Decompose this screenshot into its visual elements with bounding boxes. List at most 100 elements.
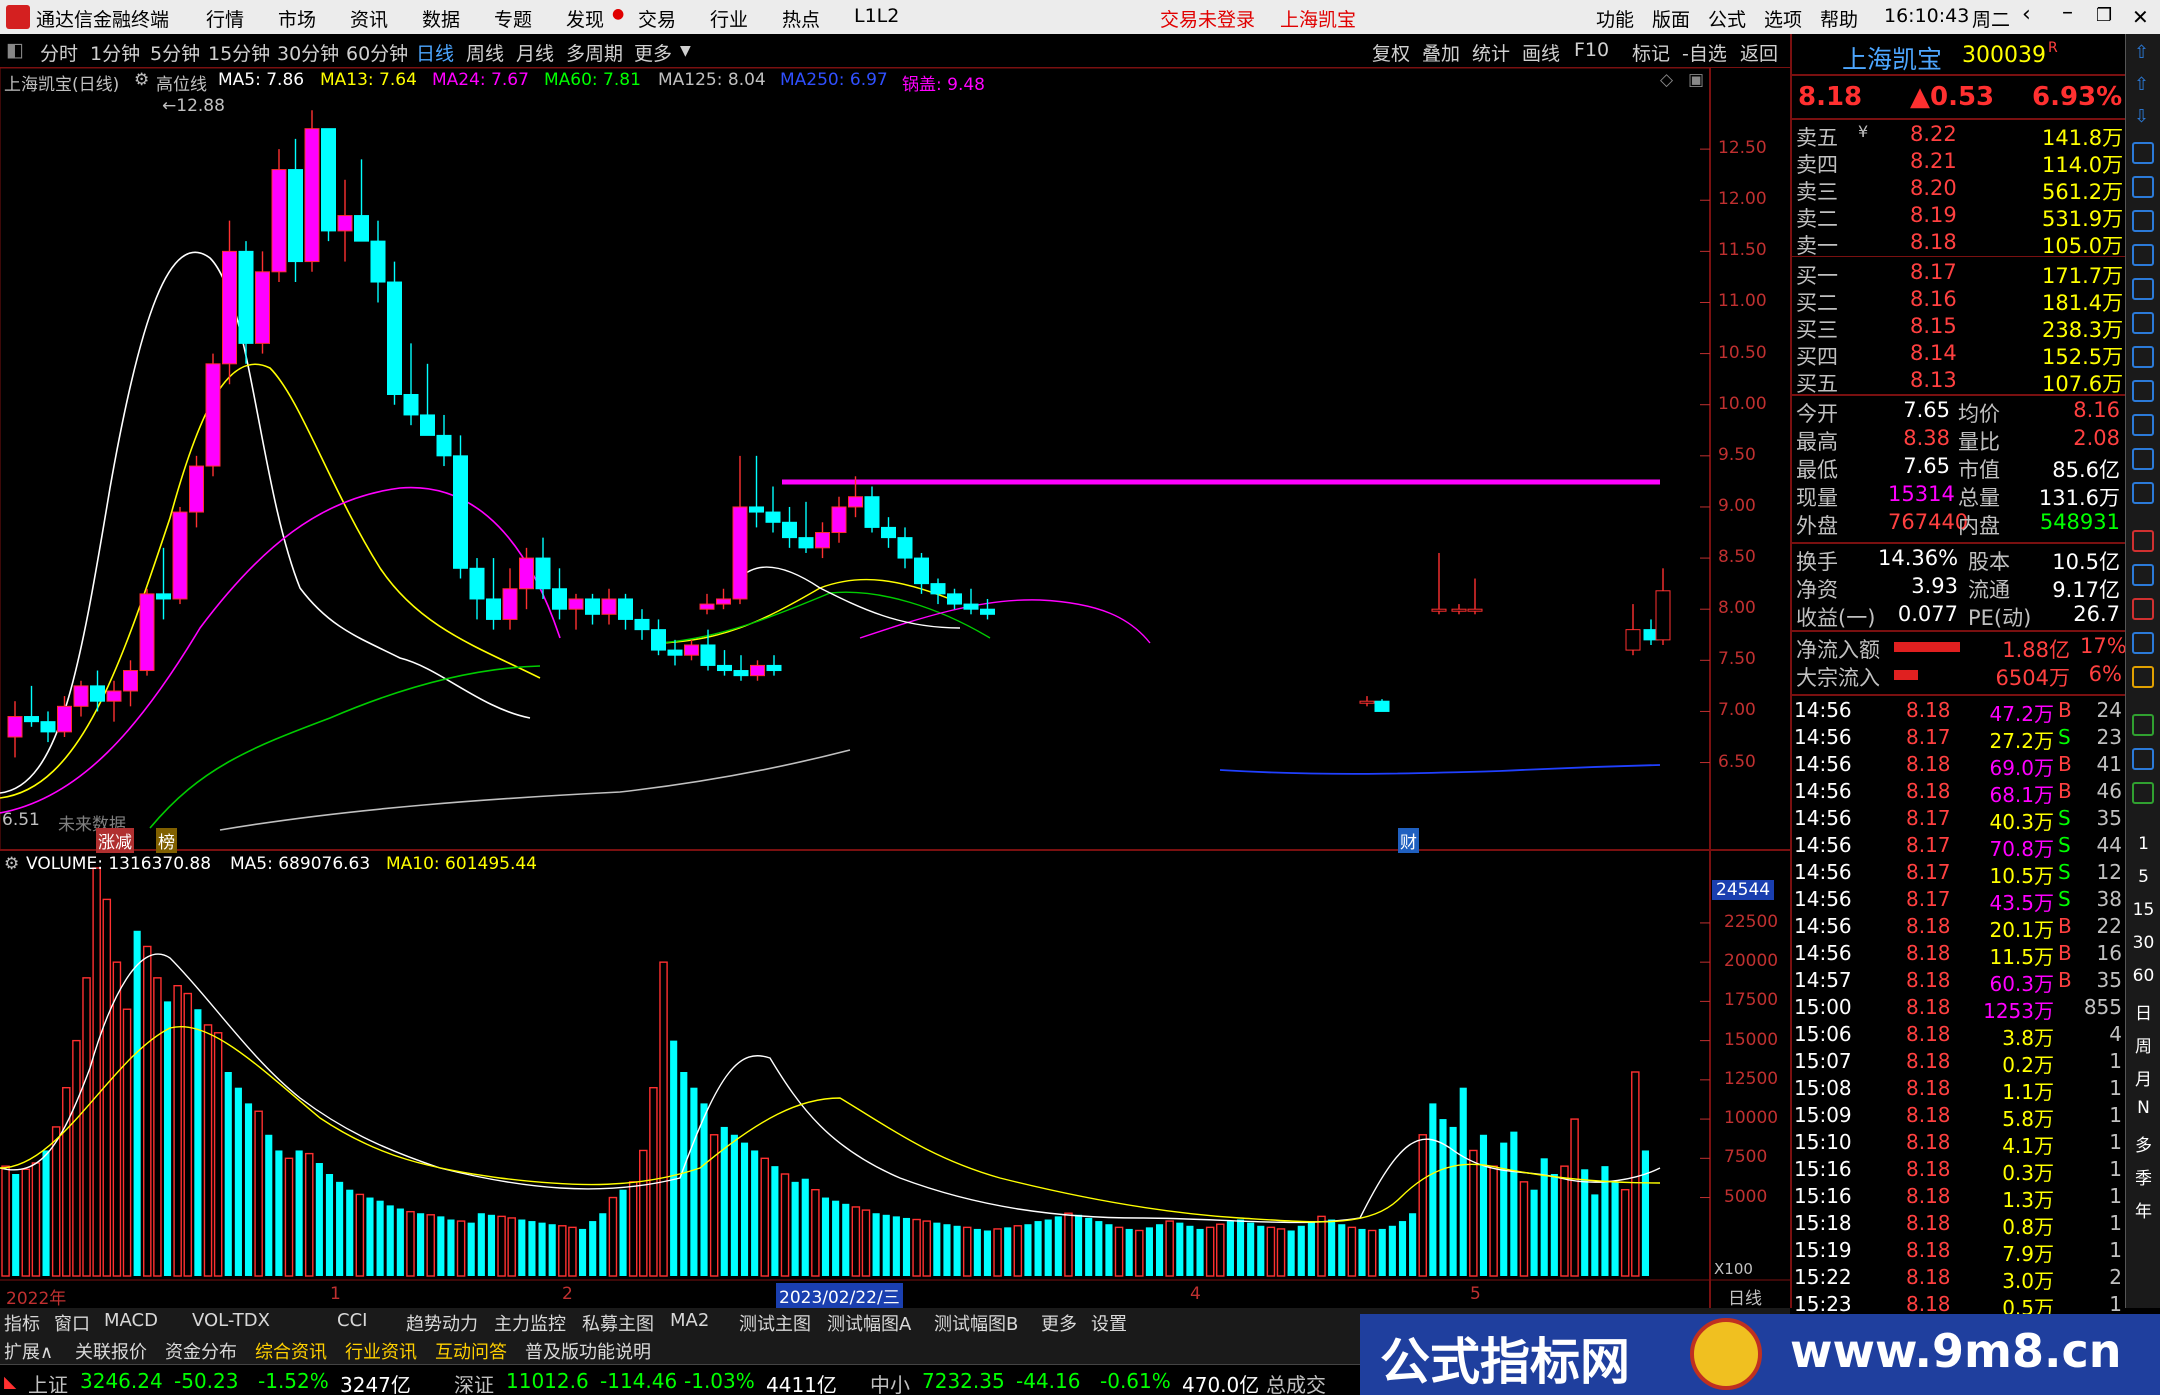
indicator-tab[interactable]: MA2: [670, 1310, 709, 1331]
bid-row[interactable]: 买三 8.15 238.3万: [1792, 314, 2127, 342]
kline-chart-area[interactable]: 上海凯宝(日线) ⚙ 高位线 MA5: 7.86 MA13: 7.64 MA24…: [0, 68, 1790, 1309]
ask-row[interactable]: 卖一 8.18 105.0万: [1792, 230, 2127, 258]
period-shortcut[interactable]: 年: [2126, 1197, 2160, 1222]
login-status[interactable]: 交易未登录: [1160, 5, 1255, 32]
indicator-tab[interactable]: 主力监控: [494, 1310, 566, 1336]
chart-red-icon[interactable]: [2132, 530, 2154, 552]
period-shortcut[interactable]: 15: [2126, 900, 2160, 920]
period-shortcut[interactable]: 多: [2126, 1131, 2160, 1156]
menu-item[interactable]: 发现: [566, 5, 604, 32]
dropdown-icon[interactable]: ▼: [680, 43, 691, 59]
action-button[interactable]: 返回: [1740, 39, 1778, 66]
indicator-tab[interactable]: 测试幅图B: [934, 1310, 1018, 1336]
menu-item[interactable]: 行业: [710, 5, 748, 32]
period-tab[interactable]: 多周期: [566, 39, 623, 66]
indicator-tab[interactable]: 设置: [1091, 1310, 1127, 1336]
indicator-name[interactable]: 高位线: [156, 70, 207, 95]
action-button[interactable]: 标记: [1632, 39, 1670, 66]
indicator-tab[interactable]: 指标: [4, 1310, 40, 1336]
action-button[interactable]: 画线: [1522, 39, 1560, 66]
action-button[interactable]: F10: [1574, 39, 1609, 61]
indicator-tab[interactable]: VOL-TDX: [192, 1310, 270, 1331]
period-tab[interactable]: 更多: [634, 39, 672, 66]
rsi-icon[interactable]: [2132, 564, 2154, 586]
menu-item[interactable]: 行情: [206, 5, 244, 32]
menu-item[interactable]: 公式: [1708, 5, 1746, 32]
table-icon[interactable]: [2132, 176, 2154, 198]
list-icon[interactable]: [2132, 278, 2154, 300]
kline-icon[interactable]: [2132, 244, 2154, 266]
fire-icon[interactable]: [2132, 598, 2154, 620]
period-tab[interactable]: 分时: [40, 39, 78, 66]
maximize-icon[interactable]: ❐: [2096, 5, 2112, 26]
indicator-tab[interactable]: 窗口: [54, 1310, 90, 1336]
extension-tab[interactable]: 资金分布: [165, 1338, 237, 1364]
panel-toggle-icon[interactable]: ▣: [1688, 70, 1704, 90]
finance-marker[interactable]: 财: [1398, 828, 1419, 853]
f12-icon[interactable]: [2132, 414, 2154, 436]
f10-icon[interactable]: [2132, 312, 2154, 334]
period-shortcut[interactable]: 5: [2126, 867, 2160, 887]
gear-icon[interactable]: ⚙: [4, 854, 19, 874]
indicator-tab[interactable]: 测试主图: [739, 1310, 811, 1336]
indicator-tab[interactable]: 趋势动力: [406, 1310, 478, 1336]
extension-tab[interactable]: 互动问答: [435, 1338, 507, 1364]
action-button[interactable]: 复权: [1372, 39, 1410, 66]
menu-item[interactable]: 市场: [278, 5, 316, 32]
indicator-tab[interactable]: MACD: [104, 1310, 158, 1331]
minimize-icon[interactable]: –: [2062, 0, 2073, 25]
period-shortcut[interactable]: 季: [2126, 1164, 2160, 1189]
diamond-icon[interactable]: ◇: [1660, 70, 1673, 90]
collapse-icon[interactable]: ◧: [6, 39, 24, 61]
green-icon[interactable]: [2132, 714, 2154, 736]
period-tab[interactable]: 60分钟: [346, 39, 408, 66]
ask-row[interactable]: 卖三 8.20 561.2万: [1792, 176, 2127, 204]
indicator-tab[interactable]: CCI: [337, 1310, 367, 1331]
menu-item[interactable]: 数据: [422, 5, 460, 32]
period-shortcut[interactable]: 周: [2126, 1032, 2160, 1057]
bid-row[interactable]: 买四 8.14 152.5万: [1792, 341, 2127, 369]
period-shortcut[interactable]: 30: [2126, 933, 2160, 953]
action-button[interactable]: 统计: [1472, 39, 1510, 66]
period-shortcut[interactable]: N: [2126, 1098, 2160, 1118]
period-shortcut[interactable]: 日: [2126, 999, 2160, 1024]
ask-row[interactable]: 卖四 8.21 114.0万: [1792, 149, 2127, 177]
bid-row[interactable]: 买五 8.13 107.6万: [1792, 368, 2127, 396]
indicator-tab[interactable]: 测试幅图A: [827, 1310, 911, 1336]
action-button[interactable]: 叠加: [1422, 39, 1460, 66]
period-tab[interactable]: 15分钟: [208, 39, 270, 66]
menu-item[interactable]: 版面: [1652, 5, 1690, 32]
grid-icon[interactable]: [2132, 782, 2154, 804]
menu-item[interactable]: L1L2: [854, 5, 899, 27]
menu-item[interactable]: 资讯: [350, 5, 388, 32]
period-tab[interactable]: 周线: [466, 39, 504, 66]
period-tab[interactable]: 1分钟: [90, 39, 140, 66]
box-icon[interactable]: [2132, 748, 2154, 770]
calculator-icon[interactable]: [2132, 142, 2154, 164]
ask-row[interactable]: 卖二 8.19 531.9万: [1792, 203, 2127, 231]
pen-icon[interactable]: [2132, 666, 2154, 688]
extension-tab[interactable]: 扩展∧: [4, 1338, 53, 1364]
extension-tab[interactable]: 行业资讯: [345, 1338, 417, 1364]
ask-row[interactable]: 卖五 ¥8.22 141.8万: [1792, 122, 2127, 150]
news-icon[interactable]: [2132, 346, 2154, 368]
menu-item[interactable]: 交易: [638, 5, 676, 32]
gear-icon[interactable]: ⚙: [134, 70, 149, 90]
menu-item[interactable]: 功能: [1596, 5, 1634, 32]
back-icon[interactable]: ‹: [2022, 2, 2031, 27]
extension-tab[interactable]: 综合资讯: [255, 1338, 327, 1364]
indicator-tab[interactable]: 私募主图: [582, 1310, 654, 1336]
marker-badge[interactable]: 榜: [156, 828, 177, 853]
bid-row[interactable]: 买二 8.16 181.4万: [1792, 287, 2127, 315]
marker-badge[interactable]: 涨减: [96, 828, 134, 853]
menu-item[interactable]: 专题: [494, 5, 532, 32]
info-icon[interactable]: [2132, 380, 2154, 402]
extension-tab[interactable]: 普及版功能说明: [525, 1338, 651, 1364]
bid-row[interactable]: 买一 8.17 171.7万: [1792, 260, 2127, 288]
extension-tab[interactable]: 关联报价: [75, 1338, 147, 1364]
globe-icon[interactable]: [2132, 482, 2154, 504]
period-shortcut[interactable]: 60: [2126, 966, 2160, 986]
menu-item[interactable]: 热点: [782, 5, 820, 32]
line-chart-icon[interactable]: [2132, 210, 2154, 232]
period-shortcut[interactable]: 月: [2126, 1065, 2160, 1090]
